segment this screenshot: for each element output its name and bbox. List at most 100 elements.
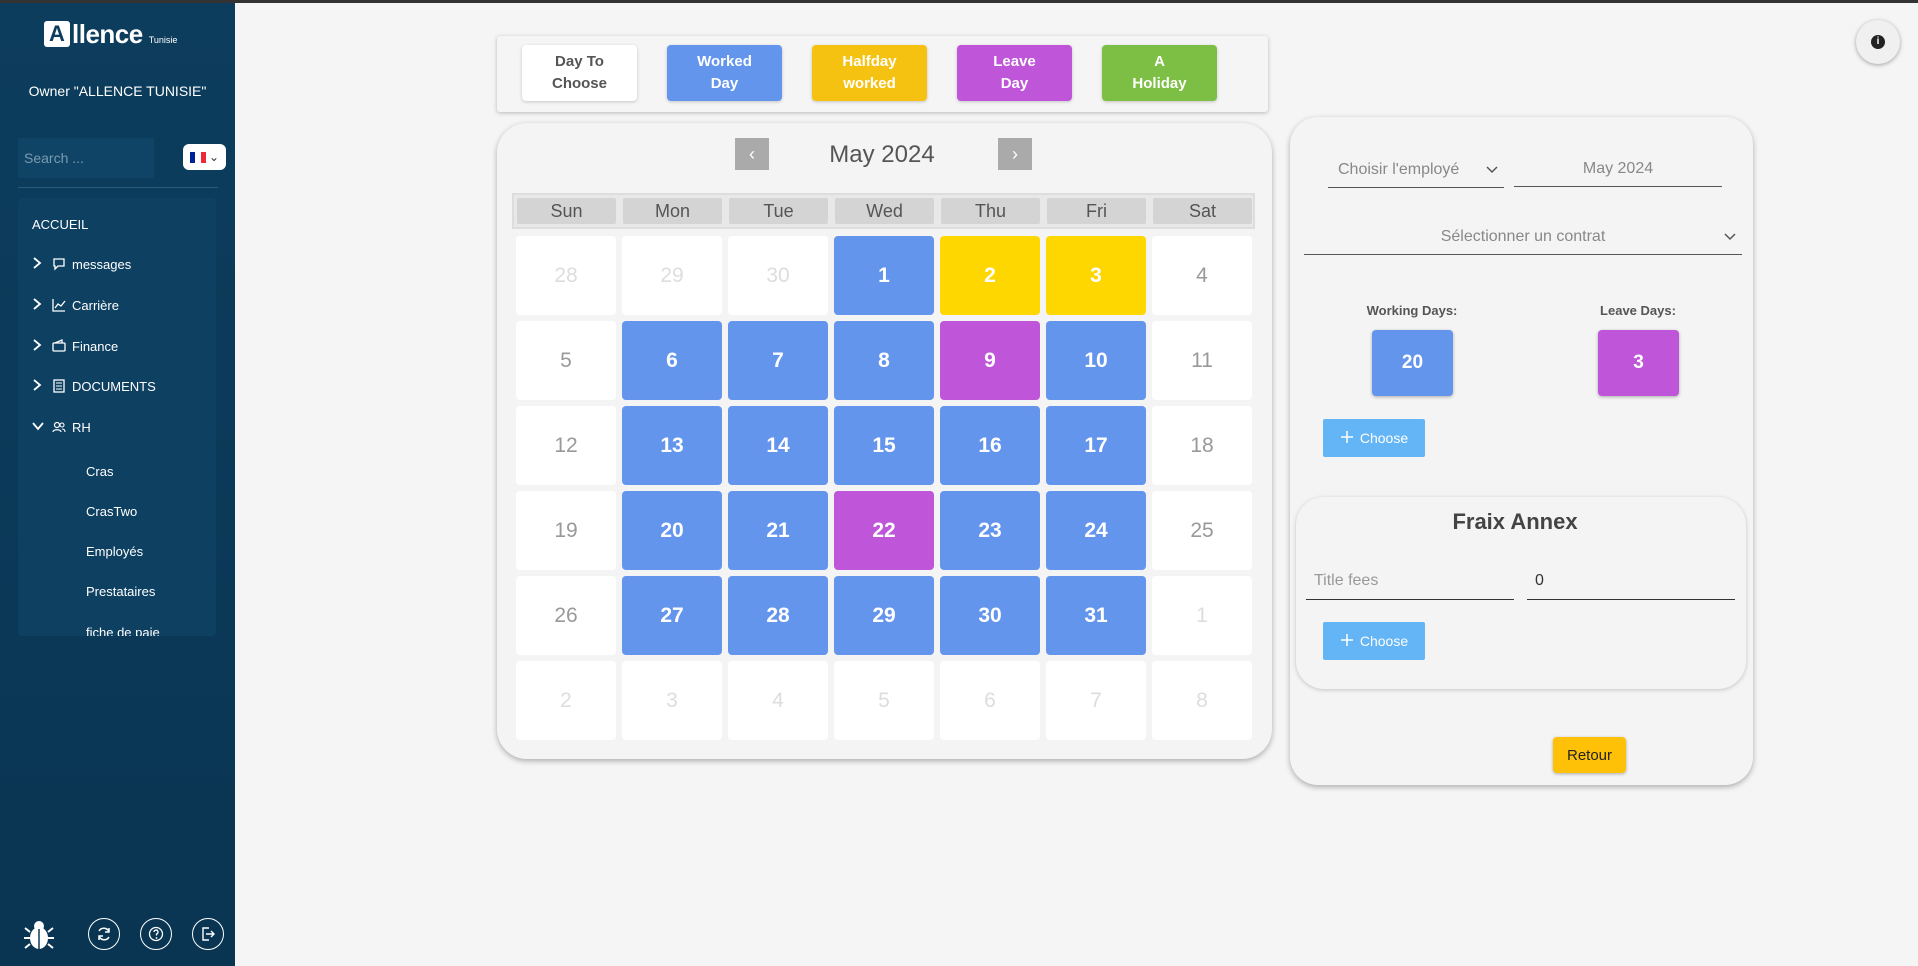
info-button[interactable]: i [1856,20,1900,64]
france-flag-icon [189,151,206,163]
calendar-day-cell[interactable]: 10 [1046,321,1146,400]
choose-days-button[interactable]: Choose [1323,419,1425,457]
calendar-day-cell[interactable]: 17 [1046,406,1146,485]
top-border [0,0,1918,3]
calendar-day-cell[interactable]: 6 [622,321,722,400]
legend-label: worked [843,75,896,92]
legend-worked-day[interactable]: Worked Day [667,45,782,101]
legend-leave-day[interactable]: Leave Day [957,45,1072,101]
calendar-day-cell[interactable]: 1 [1152,576,1252,655]
sidebar-subitem-fiche-de-paie[interactable]: fiche de paie [86,625,160,636]
calendar-day-cell[interactable]: 11 [1152,321,1252,400]
choose-fees-button[interactable]: Choose [1323,622,1425,660]
sidebar-item-documents[interactable]: DOCUMENTS [32,375,156,397]
calendar-day-cell[interactable]: 3 [622,661,722,740]
calendar-day-cell[interactable]: 15 [834,406,934,485]
calendar-day-cell[interactable]: 5 [516,321,616,400]
calendar-day-cell[interactable]: 13 [622,406,722,485]
calendar-day-cell[interactable]: 25 [1152,491,1252,570]
sidebar-item-finance[interactable]: Finance [32,335,118,357]
day-type-legend: Day To Choose Worked Day Halfday worked Lea… [497,36,1268,112]
sidebar-subitem-employes[interactable]: Employés [86,544,143,559]
legend-label: Leave [993,53,1036,70]
calendar-day-cell[interactable]: 24 [1046,491,1146,570]
legend-label: Choose [551,75,607,92]
sidebar-subitem-prestataires[interactable]: Prestataires [86,584,155,599]
fee-title-input[interactable] [1306,562,1514,600]
sidebar-subitem-crastwo[interactable]: CrasTwo [86,504,137,519]
calendar-day-cell[interactable]: 23 [940,491,1040,570]
calendar-day-cell[interactable]: 2 [940,236,1040,315]
calendar-day-cell[interactable]: 29 [622,236,722,315]
calendar-day-cell[interactable]: 18 [1152,406,1252,485]
logout-icon[interactable] [192,918,224,950]
refresh-icon[interactable] [88,918,120,950]
legend-label: Worked [697,53,752,70]
logo-mark: A [44,21,70,47]
help-icon[interactable] [140,918,172,950]
legend-day-to-choose[interactable]: Day To Choose [522,45,637,101]
calendar-day-cell[interactable]: 7 [728,321,828,400]
logo[interactable]: A llence Tunisie [44,21,177,47]
legend-halfday-worked[interactable]: Halfday worked [812,45,927,101]
contract-select[interactable]: Sélectionner un contrat [1304,219,1742,255]
sidebar-item-messages[interactable]: messages [32,253,131,275]
calendar-day-cell[interactable]: 9 [940,321,1040,400]
weekday-label: Sat [1153,198,1252,224]
owner-label: Owner "ALLENCE TUNISIE" [28,83,207,99]
menu-heading-accueil[interactable]: ACCUEIL [32,217,88,232]
fees-title: Fraix Annex [1452,509,1578,534]
leave-days-count: 3 [1598,330,1679,396]
sidebar-item-carriere[interactable]: Carrière [32,294,119,316]
calendar-day-cell[interactable]: 16 [940,406,1040,485]
calendar-day-cell[interactable]: 6 [940,661,1040,740]
calendar-day-cell[interactable]: 30 [940,576,1040,655]
calendar-day-cell[interactable]: 12 [516,406,616,485]
calendar-day-cell[interactable]: 19 [516,491,616,570]
sidebar-subitem-cras[interactable]: Cras [86,464,113,479]
calendar-day-cell[interactable]: 3 [1046,236,1146,315]
calendar-day-cell[interactable]: 31 [1046,576,1146,655]
employee-select[interactable]: Choisir l'employé [1328,152,1504,188]
language-select[interactable]: ⌄ [183,144,226,170]
bug-icon[interactable] [22,918,56,952]
chevron-right-icon [32,338,46,354]
calendar-day-cell[interactable]: 27 [622,576,722,655]
weekday-label: Wed [835,198,934,224]
calendar-day-cell[interactable]: 21 [728,491,828,570]
calendar-day-cell[interactable]: 30 [728,236,828,315]
fee-amount-input[interactable] [1527,562,1735,600]
calendar-day-cell[interactable]: 29 [834,576,934,655]
choose-label: Choose [1359,430,1409,446]
calendar-day-cell[interactable]: 7 [1046,661,1146,740]
sidebar-menu: ACCUEIL messages Carrière Finance DOCUME… [18,198,216,636]
calendar-day-cell[interactable]: 5 [834,661,934,740]
chevron-right-icon [32,378,46,394]
chevron-right-icon [32,297,46,313]
calendar-day-cell[interactable]: 28 [516,236,616,315]
search-input[interactable] [18,138,154,178]
choose-label: Choose [1359,633,1409,649]
calendar-day-cell[interactable]: 14 [728,406,828,485]
weekday-header: Sun Mon Tue Wed Thu Fri Sat [512,193,1255,229]
calendar-day-cell[interactable]: 26 [516,576,616,655]
legend-holiday[interactable]: A Holiday [1102,45,1217,101]
next-month-button[interactable]: › [998,138,1032,170]
calendar-day-cell[interactable]: 4 [1152,236,1252,315]
calendar-day-cell[interactable]: 2 [516,661,616,740]
working-days-label: Working Days: [1366,303,1458,318]
calendar-day-cell[interactable]: 22 [834,491,934,570]
legend-label: Day To [555,53,604,70]
calendar-day-cell[interactable]: 20 [622,491,722,570]
calendar-day-cell[interactable]: 1 [834,236,934,315]
retour-button[interactable]: Retour [1553,737,1626,773]
calendar-day-cell[interactable]: 28 [728,576,828,655]
sidebar-item-rh[interactable]: RH [32,416,91,438]
calendar-day-cell[interactable]: 8 [834,321,934,400]
calendar-day-cell[interactable]: 8 [1152,661,1252,740]
calendar-day-cell[interactable]: 4 [728,661,828,740]
weekday-label: Sun [517,198,616,224]
sidebar-bottom-toolbar [0,918,235,958]
chevron-down-icon [1486,152,1498,201]
month-picker[interactable]: May 2024 [1514,151,1722,187]
